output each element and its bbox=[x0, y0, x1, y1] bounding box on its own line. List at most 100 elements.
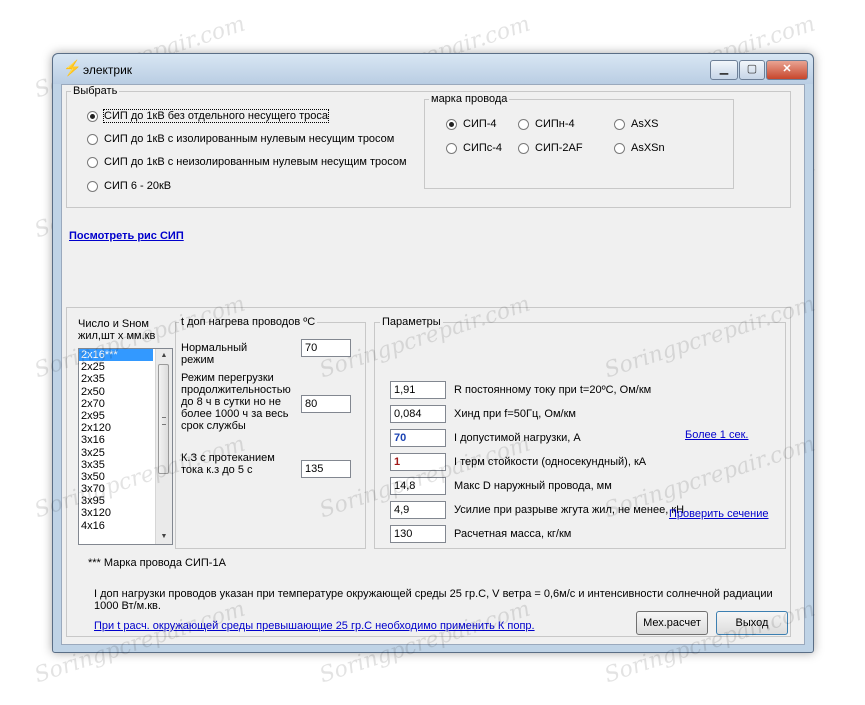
note-text: I доп нагрузки проводов указан при темпе… bbox=[94, 588, 773, 600]
radio-dot[interactable] bbox=[614, 118, 625, 130]
section-list-item[interactable]: 3x50 bbox=[79, 471, 153, 483]
radio-label: СИП 6 - 20кВ bbox=[104, 180, 172, 192]
scroll-thumb[interactable] bbox=[158, 364, 169, 474]
title-bar[interactable]: ⚡ электрик ▁ ▢ ✕ bbox=[53, 54, 813, 84]
count-label-unit: жил,шт х мм.кв bbox=[78, 330, 156, 342]
section-list-item[interactable]: 2x50 bbox=[79, 386, 153, 398]
section-list-item[interactable]: 2x25 bbox=[79, 361, 153, 373]
section-list-item[interactable]: 3x120 bbox=[79, 507, 153, 519]
section-list-item[interactable]: 2x95 bbox=[79, 410, 153, 422]
param-value-field[interactable]: 0,084 bbox=[390, 405, 446, 423]
radio-label: AsXSn bbox=[631, 142, 665, 154]
note-text: 1000 Вт/м.кв. bbox=[94, 600, 161, 612]
radio-brand-sip4[interactable]: СИП-4 bbox=[446, 118, 497, 130]
radio-dot[interactable] bbox=[614, 142, 625, 154]
param-value-field[interactable]: 130 bbox=[390, 525, 446, 543]
radio-label: СИПс-4 bbox=[463, 142, 503, 154]
param-label: R постоянному току при t=20ºС, Ом/км bbox=[454, 384, 652, 396]
param-value-field[interactable]: 4,9 bbox=[390, 501, 446, 519]
radio-label: AsXS bbox=[631, 118, 659, 130]
section-list-item[interactable]: 3x25 bbox=[79, 447, 153, 459]
temp-group-label: t доп нагрева проводов ºС bbox=[179, 316, 318, 328]
view-sip-picture-link[interactable]: Посмотреть рис СИП bbox=[69, 230, 184, 242]
section-list-item[interactable]: 3x70 bbox=[79, 483, 153, 495]
radio-brand-sipn4[interactable]: СИПн-4 bbox=[518, 118, 575, 130]
app-window: ⚡ электрик ▁ ▢ ✕ Выбрать СИП до 1кВ без … bbox=[52, 53, 814, 653]
overload-label: срок службы bbox=[181, 420, 246, 432]
wire-brand-label: марка провода bbox=[429, 93, 510, 105]
radio-label: СИП-2AF bbox=[535, 142, 583, 154]
radio-label: СИП-4 bbox=[463, 118, 497, 130]
param-value-field[interactable]: 70 bbox=[390, 429, 446, 447]
radio-dot[interactable] bbox=[87, 156, 98, 168]
check-section-link[interactable]: Проверить сечение bbox=[669, 508, 769, 520]
window-title: электрик bbox=[83, 63, 133, 77]
minimize-button[interactable]: ▁ bbox=[710, 60, 738, 80]
scroll-down-arrow-icon[interactable]: ▼ bbox=[156, 530, 172, 544]
radio-sip-insulated-cable[interactable]: СИП до 1кВ с изолированным нулевым несущ… bbox=[87, 133, 394, 145]
count-label: Число и Sном bbox=[78, 318, 149, 330]
radio-brand-asxs[interactable]: AsXS bbox=[614, 118, 659, 130]
radio-dot[interactable] bbox=[87, 133, 98, 145]
section-list-item[interactable]: 3x35 bbox=[79, 459, 153, 471]
section-list-item[interactable]: 3x95 bbox=[79, 495, 153, 507]
overload-label: до 8 ч в сутки но не bbox=[181, 396, 281, 408]
list-footnote: *** Марка провода СИП-1А bbox=[88, 557, 226, 569]
radio-brand-asxsn[interactable]: AsXSn bbox=[614, 142, 665, 154]
radio-dot[interactable] bbox=[87, 110, 98, 122]
section-list-item[interactable]: 2x70 bbox=[79, 398, 153, 410]
overload-temp-input[interactable]: 80 bbox=[301, 395, 351, 413]
mech-calc-button[interactable]: Мех.расчет bbox=[636, 611, 708, 635]
scroll-up-arrow-icon[interactable]: ▲ bbox=[156, 349, 172, 363]
param-label: Макс D наружный провода, мм bbox=[454, 480, 612, 492]
normal-temp-input[interactable]: 70 bbox=[301, 339, 351, 357]
overload-label: Режим перегрузки bbox=[181, 372, 274, 384]
lightning-icon: ⚡ bbox=[63, 60, 82, 77]
radio-label: СИПн-4 bbox=[535, 118, 575, 130]
radio-dot[interactable] bbox=[518, 118, 529, 130]
exit-button[interactable]: Выход bbox=[716, 611, 788, 635]
section-list-item[interactable]: 3x16 bbox=[79, 434, 153, 446]
param-value-field[interactable]: 1,91 bbox=[390, 381, 446, 399]
grip-icon bbox=[162, 417, 166, 425]
section-list-item[interactable]: 2x120 bbox=[79, 422, 153, 434]
param-label: Расчетная масса, кг/км bbox=[454, 528, 572, 540]
section-listbox[interactable]: 2x16*** 2x25 2x35 2x50 2x70 2x95 2x120 3x16 3x25… bbox=[78, 348, 173, 545]
radio-sip-6-20kv[interactable]: СИП 6 - 20кВ bbox=[87, 180, 171, 192]
radio-label: СИП до 1кВ с неизолированным нулевым нес… bbox=[104, 156, 407, 168]
overload-label: более 1000 ч за весь bbox=[181, 408, 289, 420]
radio-dot[interactable] bbox=[518, 142, 529, 154]
more-than-1s-link[interactable]: Более 1 сек. bbox=[685, 429, 748, 441]
maximize-button[interactable]: ▢ bbox=[739, 60, 765, 80]
section-list-item[interactable]: 2x35 bbox=[79, 373, 153, 385]
radio-brand-sipc4[interactable]: СИПс-4 bbox=[446, 142, 502, 154]
param-label: Xинд при f=50Гц, Ом/км bbox=[454, 408, 576, 420]
param-label: I допустимой нагрузки, А bbox=[454, 432, 581, 444]
radio-dot[interactable] bbox=[87, 180, 98, 192]
overload-label: продолжительностью bbox=[181, 384, 291, 396]
normal-label: Нормальный bbox=[181, 342, 248, 354]
param-value-field[interactable]: 14,8 bbox=[390, 477, 446, 495]
radio-sip-bare-cable[interactable]: СИП до 1кВ с неизолированным нулевым нес… bbox=[87, 156, 407, 168]
radio-label: СИП до 1кВ без отдельного несущего троса bbox=[103, 109, 329, 123]
radio-brand-sip2af[interactable]: СИП-2AF bbox=[518, 142, 583, 154]
section-list-item[interactable]: 4x16 bbox=[79, 520, 153, 532]
param-label: I терм стойкости (односекундный), кА bbox=[454, 456, 647, 468]
client-area: Выбрать СИП до 1кВ без отдельного несуще… bbox=[61, 84, 805, 645]
section-list-item[interactable]: 2x16*** bbox=[79, 349, 153, 362]
close-button[interactable]: ✕ bbox=[766, 60, 808, 80]
normal-label: режим bbox=[181, 354, 215, 366]
short-circuit-label: тока к.з до 5 с bbox=[181, 464, 253, 476]
radio-label: СИП до 1кВ с изолированным нулевым несущ… bbox=[104, 133, 395, 145]
short-circuit-temp-input[interactable]: 135 bbox=[301, 460, 351, 478]
param-label: Усилие при разрыве жгута жил, не менее, … bbox=[454, 504, 685, 516]
list-scrollbar[interactable]: ▲ ▼ bbox=[155, 349, 172, 544]
correction-factor-link[interactable]: При t расч. окружающей среды превышающие… bbox=[94, 620, 535, 632]
param-value-field[interactable]: 1 bbox=[390, 453, 446, 471]
radio-dot[interactable] bbox=[446, 142, 457, 154]
radio-sip-no-cable[interactable]: СИП до 1кВ без отдельного несущего троса bbox=[87, 109, 329, 123]
radio-dot[interactable] bbox=[446, 118, 457, 130]
short-circuit-label: К.З с протеканием bbox=[181, 452, 275, 464]
select-group-label: Выбрать bbox=[71, 85, 120, 97]
params-group-label: Параметры bbox=[380, 316, 443, 328]
